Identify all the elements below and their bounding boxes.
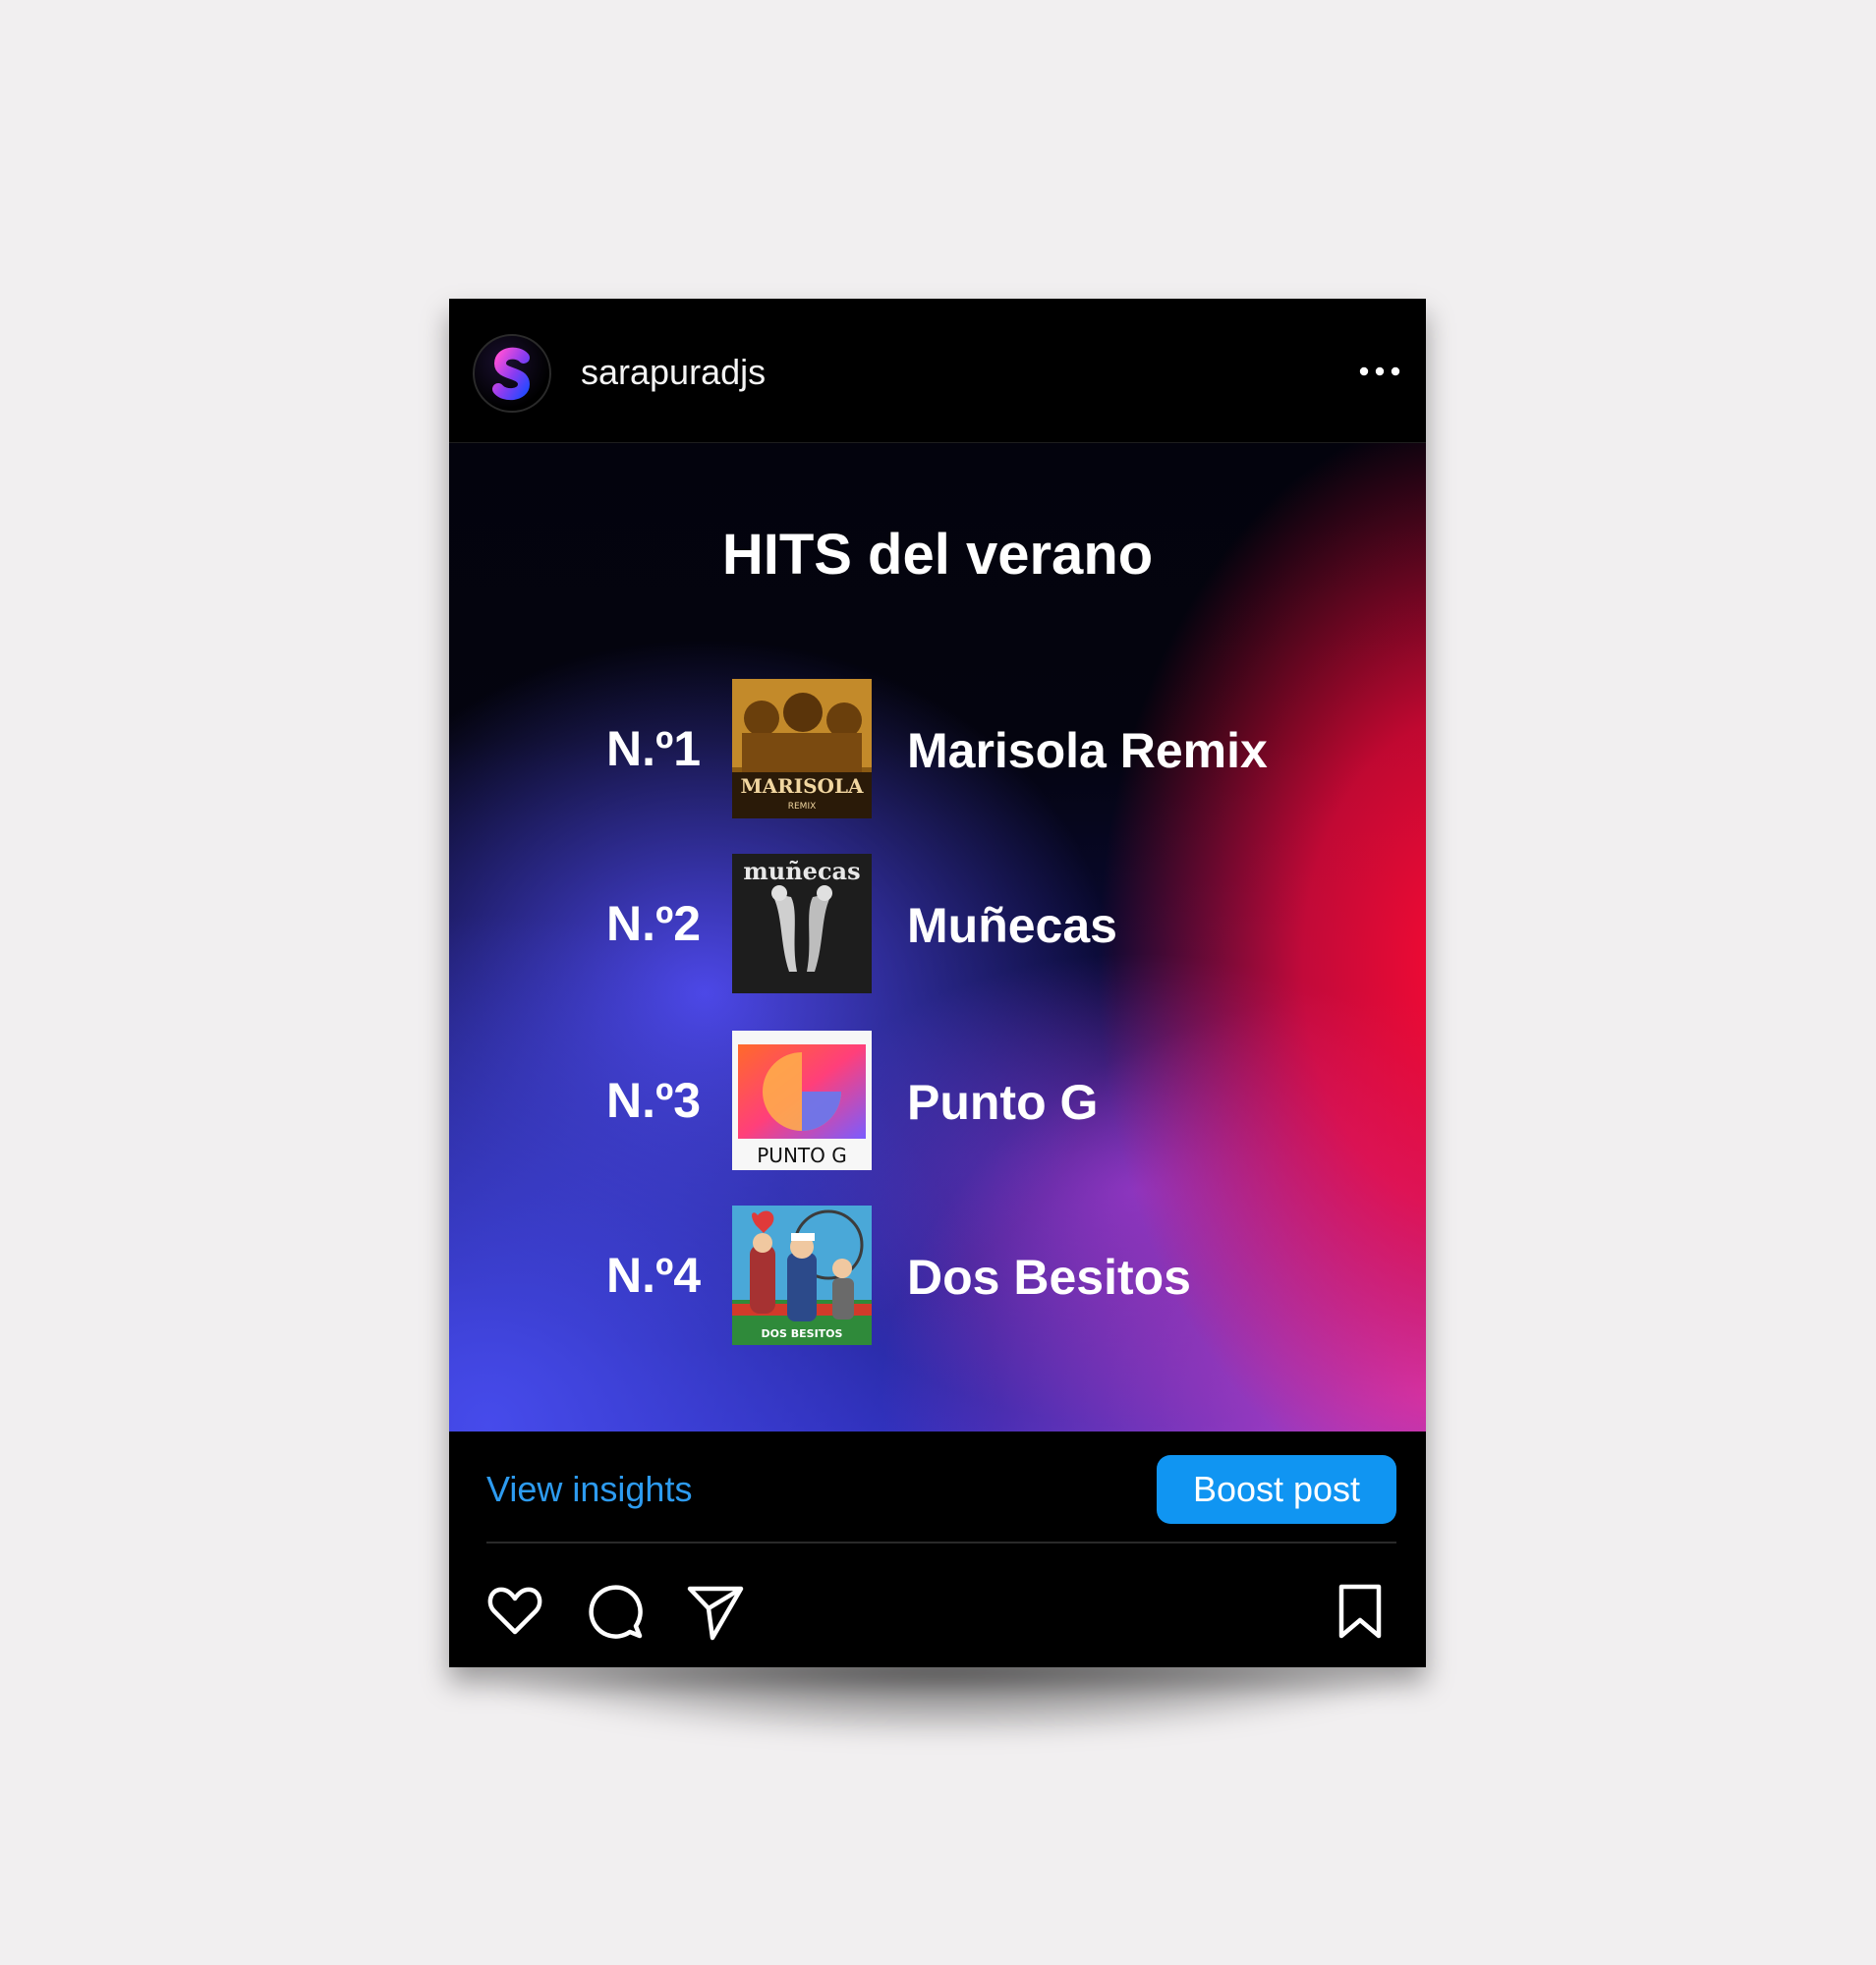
post-image[interactable]: HITS del verano N.º1 MARISOLA REMIX Mari… — [449, 443, 1426, 1432]
track-title: Muñecas — [907, 898, 1117, 953]
avatar[interactable] — [473, 334, 551, 413]
track-rank: N.º3 — [606, 1073, 702, 1128]
album-cover-dos-besitos: DOS BESITOS — [732, 1206, 872, 1345]
track-row: N.º1 MARISOLA REMIX Marisola Remix — [449, 679, 1426, 818]
divider — [486, 1542, 1396, 1544]
post-footer: View insights Boost post — [449, 1432, 1426, 1667]
post-title: HITS del verano — [721, 523, 1154, 587]
track-rank: N.º4 — [606, 1248, 702, 1303]
boost-post-button[interactable]: Boost post — [1157, 1455, 1396, 1524]
track-row: N.º4 DOS BESITOS Dos Besitos — [449, 1206, 1426, 1345]
track-rank: N.º2 — [606, 896, 702, 951]
card-shadow — [462, 1660, 1425, 1739]
heart-icon[interactable] — [484, 1581, 545, 1642]
more-horizontal-icon[interactable] — [1357, 352, 1402, 391]
s-logo-icon — [492, 347, 531, 401]
cover-text: MARISOLA — [740, 774, 864, 798]
post-header: sarapuradjs — [449, 299, 1426, 443]
track-row: N.º2 muñecas Muñecas — [449, 854, 1426, 993]
comment-icon[interactable] — [585, 1581, 646, 1642]
view-insights-link[interactable]: View insights — [486, 1469, 692, 1510]
cover-text: DOS BESITOS — [762, 1327, 843, 1340]
album-cover-punto-g: PUNTO G — [732, 1031, 872, 1170]
cover-subtext: REMIX — [788, 802, 817, 812]
track-title: Marisola Remix — [907, 723, 1268, 778]
share-icon[interactable] — [685, 1581, 746, 1642]
album-cover-munecas: muñecas — [732, 854, 872, 993]
track-row: N.º3 PUNTO G Punto G — [449, 1031, 1426, 1170]
bookmark-icon[interactable] — [1330, 1581, 1391, 1642]
username[interactable]: sarapuradjs — [581, 352, 766, 393]
track-title: Punto G — [907, 1075, 1099, 1130]
instagram-post: sarapuradjs HITS del verano N.º1 MARISOL… — [449, 299, 1426, 1667]
album-cover-marisola: MARISOLA REMIX — [732, 679, 872, 818]
cover-text: PUNTO G — [757, 1144, 846, 1167]
track-title: Dos Besitos — [907, 1250, 1191, 1305]
track-rank: N.º1 — [606, 721, 702, 776]
cover-text: muñecas — [743, 857, 860, 885]
